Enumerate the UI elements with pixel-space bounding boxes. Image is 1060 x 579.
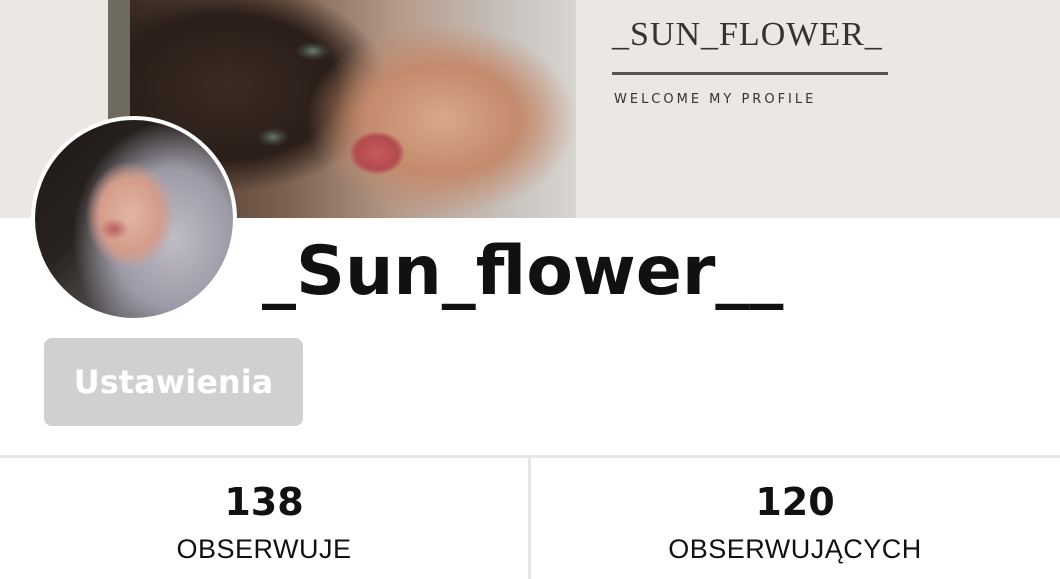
following-stat[interactable]: 138 OBSERWUJE xyxy=(0,476,528,565)
followers-count: 120 xyxy=(755,480,835,524)
cover-photo-detail xyxy=(258,128,288,146)
settings-button[interactable]: Ustawienia xyxy=(44,338,303,426)
followers-label: OBSERWUJĄCYCH xyxy=(668,534,922,564)
avatar-photo-detail xyxy=(99,218,129,240)
cover-photo-detail xyxy=(296,42,330,60)
profile-username: _Sun_flower__ xyxy=(262,232,784,311)
following-label: OBSERWUJE xyxy=(176,534,352,564)
cover-subtitle: WELCOME MY PROFILE xyxy=(614,92,817,107)
avatar[interactable] xyxy=(31,116,237,322)
cover-divider xyxy=(612,72,888,75)
cover-photo-detail xyxy=(350,132,404,174)
followers-stat[interactable]: 120 OBSERWUJĄCYCH xyxy=(531,476,1059,565)
following-count: 138 xyxy=(224,480,304,524)
cover-title: _SUN_FLOWER_ xyxy=(612,16,883,53)
